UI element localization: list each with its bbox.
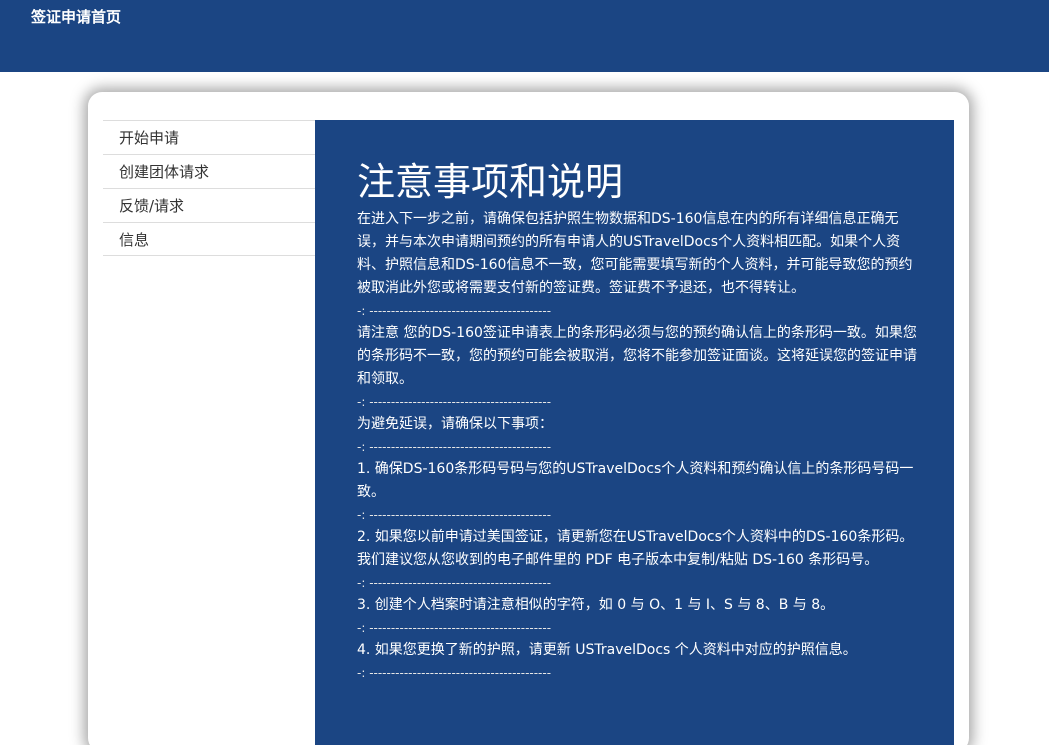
- top-header: 签证申请首页: [0, 0, 1049, 72]
- avoid-delay-heading: 为避免延误，请确保以下事项：: [357, 416, 553, 432]
- sidebar-item-information[interactable]: 信息: [103, 222, 315, 256]
- visa-home-link[interactable]: 签证申请首页: [31, 6, 121, 27]
- separator: -: -------------------------------------…: [357, 440, 552, 454]
- separator: -: -------------------------------------…: [357, 304, 552, 318]
- instruction-item-1: 1. 确保DS-160条形码号码与您的USTravelDocs个人资料和预约确认…: [357, 461, 914, 500]
- instructions-panel: 注意事项和说明 在进入下一步之前，请确保包括护照生物数据和DS-160信息在内的…: [315, 120, 954, 745]
- separator: -: -------------------------------------…: [357, 666, 552, 680]
- instruction-item-3: 3. 创建个人档案时请注意相似的字符，如 0 与 O、1 与 I、S 与 8、B…: [357, 597, 835, 613]
- sidebar-item-start-application[interactable]: 开始申请: [103, 120, 315, 154]
- page-title: 注意事项和说明: [357, 160, 624, 204]
- separator: -: -------------------------------------…: [357, 621, 552, 635]
- intro-paragraph: 在进入下一步之前，请确保包括护照生物数据和DS-160信息在内的所有详细信息正确…: [357, 211, 913, 296]
- separator: -: -------------------------------------…: [357, 395, 552, 409]
- sidebar-item-feedback-request[interactable]: 反馈/请求: [103, 188, 315, 222]
- separator: -: -------------------------------------…: [357, 508, 552, 522]
- sidebar-item-create-group-request[interactable]: 创建团体请求: [103, 154, 315, 188]
- instruction-item-2: 2. 如果您以前申请过美国签证，请更新您在USTravelDocs个人资料中的D…: [357, 529, 914, 568]
- instruction-item-4: 4. 如果您更换了新的护照，请更新 USTravelDocs 个人资料中对应的护…: [357, 642, 857, 658]
- separator: -: -------------------------------------…: [357, 576, 552, 590]
- barcode-notice-paragraph: 请注意 您的DS-160签证申请表上的条形码必须与您的预约确认信上的条形码一致。…: [357, 325, 917, 387]
- sidebar-nav: 开始申请 创建团体请求 反馈/请求 信息: [103, 120, 315, 256]
